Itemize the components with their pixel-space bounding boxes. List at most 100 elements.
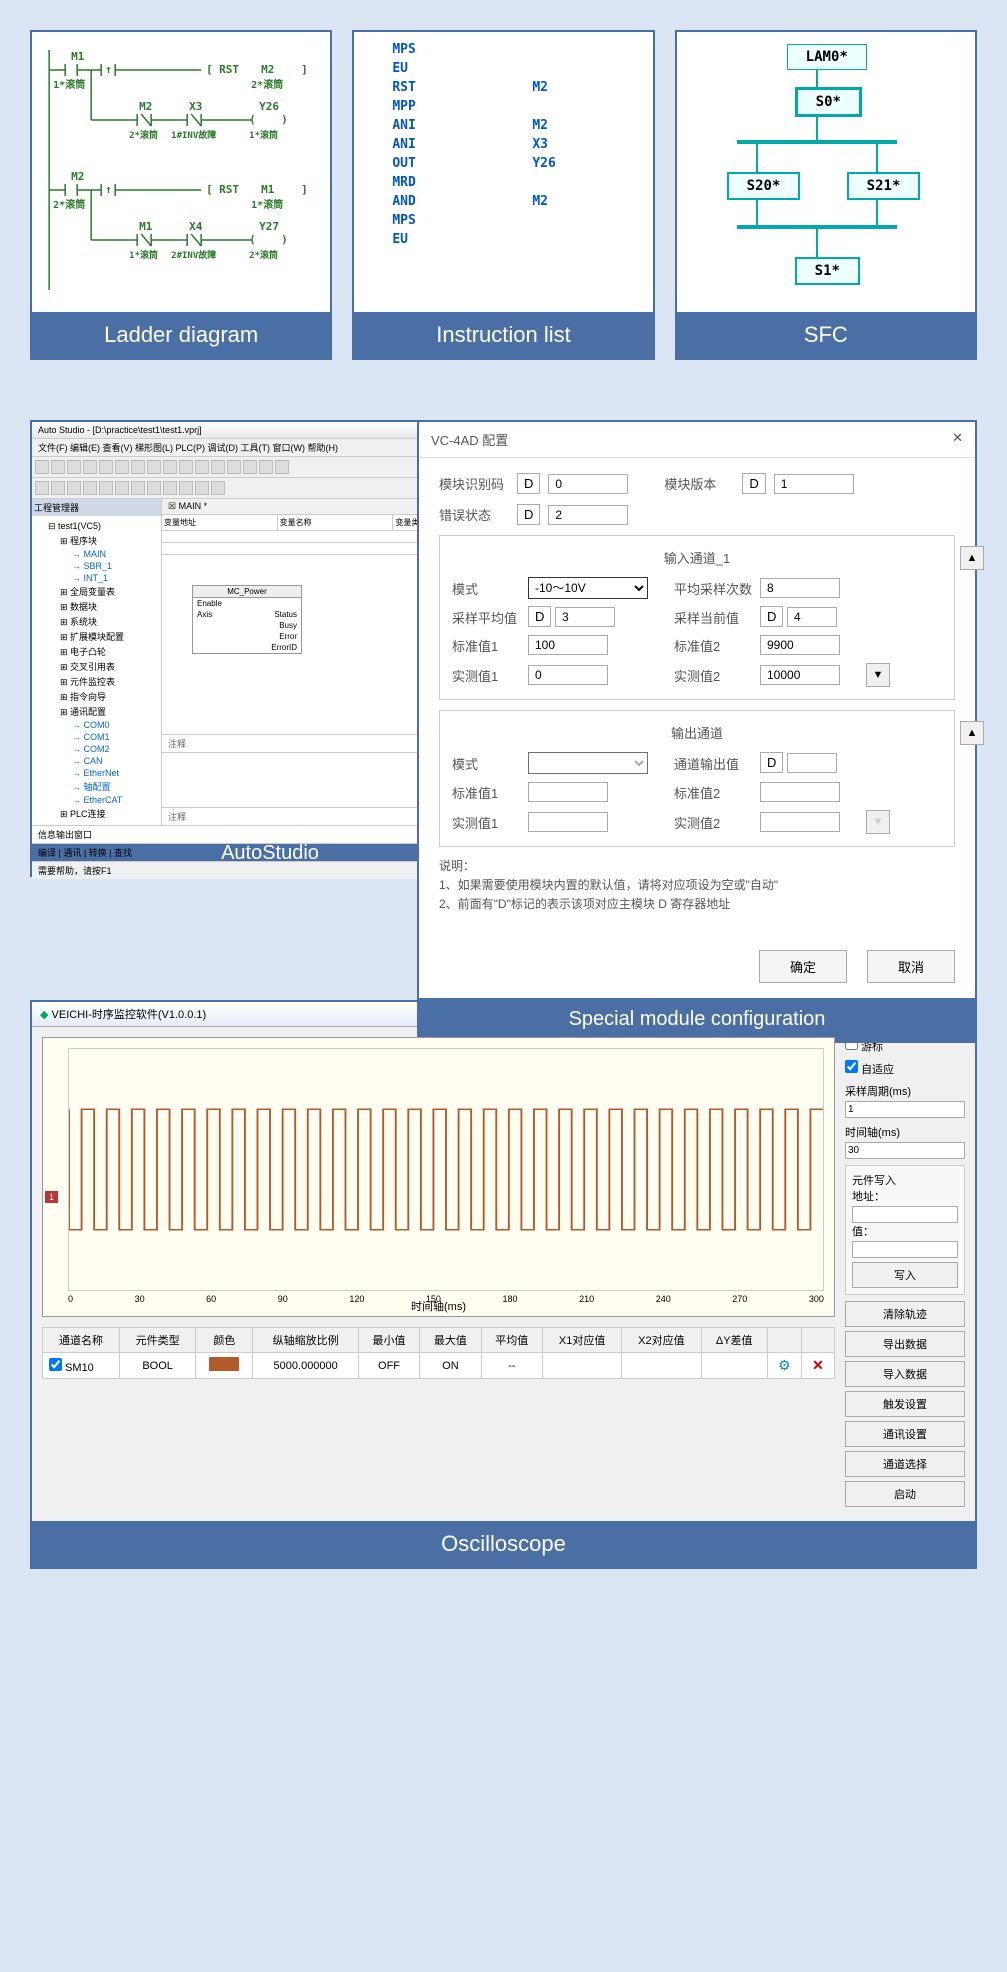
tree-item[interactable]: ⊟ test1(VC5) <box>36 520 157 533</box>
mode-select[interactable]: -10～10V <box>528 577 648 599</box>
toolbar-icon[interactable] <box>179 460 193 474</box>
toolbar-icon[interactable] <box>67 481 81 495</box>
tree-item[interactable]: → COM0 <box>36 719 157 731</box>
toolbar-icon[interactable] <box>259 460 273 474</box>
sample-cur-input[interactable] <box>787 607 837 627</box>
toolbar-icon[interactable] <box>115 481 129 495</box>
toolbar-icon[interactable] <box>211 481 225 495</box>
color-swatch[interactable] <box>209 1357 239 1371</box>
toolbar-icon[interactable] <box>99 481 113 495</box>
tree-item[interactable]: ⊞ 全局变量表 <box>36 584 157 599</box>
module-ver-input[interactable] <box>774 474 854 494</box>
toolbar-icon[interactable] <box>51 481 65 495</box>
tree-item[interactable]: → INT_1 <box>36 572 157 584</box>
mode-label: 模式 <box>452 579 522 598</box>
toolbar-icon[interactable] <box>211 460 225 474</box>
out-std2-input[interactable] <box>760 782 840 802</box>
osc-body: 1 0306090120150180210240270300 时间轴(ms) 通… <box>32 1027 975 1521</box>
close-icon[interactable]: ✕ <box>952 430 963 449</box>
std2-input[interactable] <box>760 635 840 655</box>
tree-item[interactable]: → MAIN <box>36 548 157 560</box>
smc-title-text: VC-4AD 配置 <box>431 430 508 449</box>
tree-item[interactable]: ⊞ 元件监控表 <box>36 674 157 689</box>
scroll-up-button[interactable]: ▲ <box>960 721 984 745</box>
toolbar-icon[interactable] <box>163 481 177 495</box>
real1-input[interactable] <box>528 665 608 685</box>
toolbar-icon[interactable] <box>179 481 193 495</box>
delete-icon[interactable]: ✕ <box>812 1357 824 1373</box>
autofit-checkbox[interactable] <box>845 1060 858 1073</box>
real2-input[interactable] <box>760 665 840 685</box>
out-real2-input[interactable] <box>760 812 840 832</box>
toolbar-icon[interactable] <box>227 460 241 474</box>
toolbar-icon[interactable] <box>51 460 65 474</box>
out-std1-input[interactable] <box>528 782 608 802</box>
tree-item[interactable]: → EtherNet <box>36 767 157 779</box>
toolbar-icon[interactable] <box>195 481 209 495</box>
scroll-down-button[interactable]: ▼ <box>866 663 890 687</box>
toolbar-icon[interactable] <box>195 460 209 474</box>
toolbar-icon[interactable] <box>35 460 49 474</box>
sample-avg-input[interactable] <box>555 607 615 627</box>
tree-panel-title: 工程管理器 <box>32 499 161 516</box>
toolbar-icon[interactable] <box>99 460 113 474</box>
osc-control-button[interactable]: 导入数据 <box>845 1361 965 1387</box>
std1-input[interactable] <box>528 635 608 655</box>
toolbar-icon[interactable] <box>243 460 257 474</box>
tree-item[interactable]: → SBR_1 <box>36 560 157 572</box>
mc-power-block[interactable]: MC_Power Enable AxisStatus Busy Error Er… <box>192 585 302 654</box>
out-mode-select[interactable] <box>528 752 648 774</box>
osc-control-button[interactable]: 清除轨迹 <box>845 1301 965 1327</box>
toolbar-icon[interactable] <box>67 460 81 474</box>
tree-item[interactable]: ⊞ 数据块 <box>36 599 157 614</box>
toolbar-icon[interactable] <box>131 460 145 474</box>
tree-item[interactable]: → COM1 <box>36 731 157 743</box>
tree-item[interactable]: → 轴配置 <box>36 779 157 794</box>
tree-item[interactable]: → EtherCAT <box>36 794 157 806</box>
toolbar-icon[interactable] <box>35 481 49 495</box>
tree-item[interactable]: → COM2 <box>36 743 157 755</box>
gear-icon[interactable]: ⚙ <box>778 1357 791 1373</box>
toolbar-icon[interactable] <box>147 460 161 474</box>
tree-item[interactable]: → CAN <box>36 755 157 767</box>
osc-control-button[interactable]: 通讯设置 <box>845 1421 965 1447</box>
osc-control-button[interactable]: 导出数据 <box>845 1331 965 1357</box>
osc-control-button[interactable]: 触发设置 <box>845 1391 965 1417</box>
toolbar-icon[interactable] <box>83 460 97 474</box>
tree-item[interactable]: ⊞ 扩展模块配置 <box>36 629 157 644</box>
block-pin: Error <box>279 632 297 641</box>
ch-out-input[interactable] <box>787 753 837 773</box>
osc-control-button[interactable]: 通道选择 <box>845 1451 965 1477</box>
toolbar-icon[interactable] <box>115 460 129 474</box>
scroll-up-button[interactable]: ▲ <box>960 546 984 570</box>
osc-chart[interactable]: 1 0306090120150180210240270300 时间轴(ms) <box>42 1037 835 1317</box>
osc-control-button[interactable]: 启动 <box>845 1481 965 1507</box>
error-status-input[interactable] <box>548 505 628 525</box>
tree-item[interactable]: ⊞ 交叉引用表 <box>36 659 157 674</box>
tree-item[interactable]: ⊞ PLC连接 <box>36 806 157 821</box>
sfc-s0: S0* <box>795 87 862 117</box>
toolbar-icon[interactable] <box>163 460 177 474</box>
ok-button[interactable]: 确定 <box>759 950 847 983</box>
x-tick: 30 <box>135 1294 145 1304</box>
channel-enable-checkbox[interactable] <box>49 1358 62 1371</box>
elem-write-addr-input[interactable] <box>852 1206 958 1223</box>
time-axis-input[interactable] <box>845 1142 965 1159</box>
sample-period-input[interactable] <box>845 1101 965 1118</box>
tree-item[interactable]: ⊞ 系统块 <box>36 614 157 629</box>
avg-count-input[interactable] <box>760 578 840 598</box>
out-real1-input[interactable] <box>528 812 608 832</box>
toolbar-icon[interactable] <box>275 460 289 474</box>
tree-item[interactable]: ⊞ 通讯配置 <box>36 704 157 719</box>
toolbar-icon[interactable] <box>83 481 97 495</box>
tree-item[interactable]: ⊞ 程序块 <box>36 533 157 548</box>
project-tree[interactable]: 工程管理器 ⊟ test1(VC5)⊞ 程序块→ MAIN→ SBR_1→ IN… <box>32 499 162 825</box>
tree-item[interactable]: ⊞ 指令向导 <box>36 689 157 704</box>
elem-write-val-input[interactable] <box>852 1241 958 1258</box>
module-id-input[interactable] <box>548 474 628 494</box>
cancel-button[interactable]: 取消 <box>867 950 955 983</box>
toolbar-icon[interactable] <box>147 481 161 495</box>
toolbar-icon[interactable] <box>131 481 145 495</box>
tree-item[interactable]: ⊞ 电子凸轮 <box>36 644 157 659</box>
write-button[interactable]: 写入 <box>852 1262 958 1288</box>
